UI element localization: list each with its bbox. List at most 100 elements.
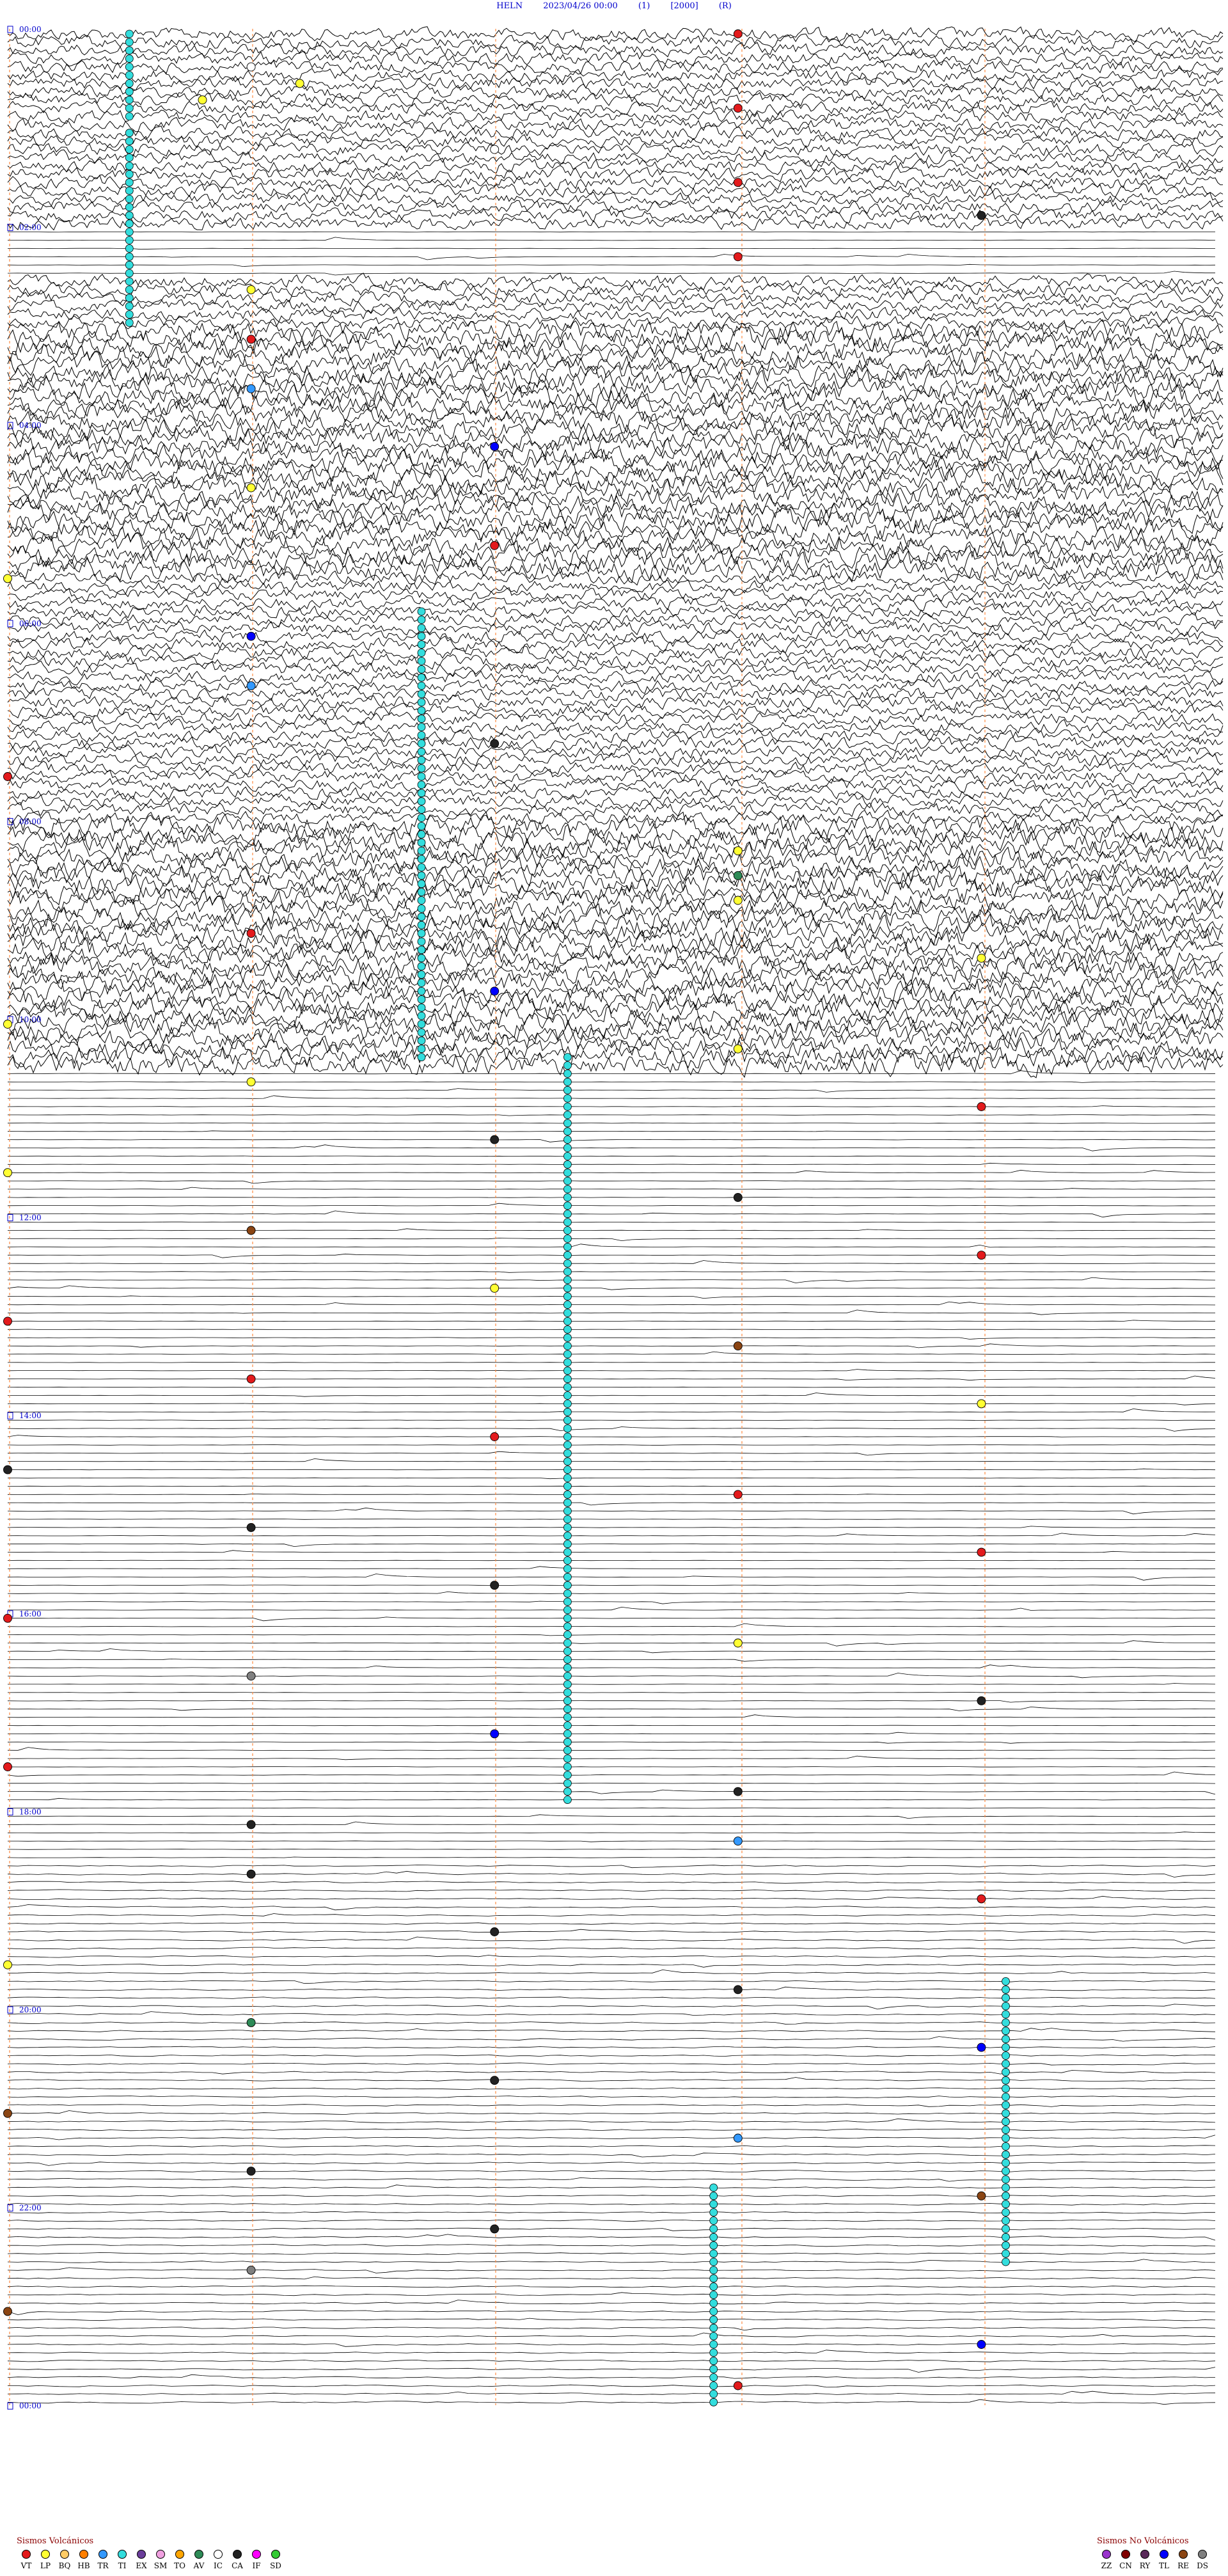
trace-line [7,2211,1216,2214]
trace-line [7,198,1224,216]
trace-line [7,1295,1216,1299]
trace-line [7,1139,1216,1142]
trace-line [8,1821,1216,1825]
trace-line [7,1584,1216,1586]
event-marker [977,1251,986,1260]
trace-line [7,612,1224,628]
event-marker-ti [125,79,134,88]
trace-line [7,2267,1216,2273]
event-marker-ti [417,995,426,1004]
trace-line [7,1458,1215,1462]
trace-line [8,1180,1216,1184]
event-marker [490,442,500,451]
trace-line [7,1789,1216,1795]
trace-line [8,1606,1215,1611]
event-marker [3,574,12,583]
hour-label: 00:00 [19,25,42,34]
event-marker-ti [417,615,426,624]
event-marker [977,210,986,220]
trace-line [7,1700,1216,1703]
trace-line [7,2003,1216,2010]
event-marker-ti [125,228,134,237]
trace-line [7,2161,1216,2166]
trace-line [7,1095,1215,1099]
trace-line [7,408,1224,436]
legend-volcanic: Sismos Volcánicos VT LP BQ HB TR TI EX SM TO AV IC… [17,2536,285,2570]
event-marker-ti [125,277,134,286]
event-marker-ti [417,880,426,889]
legend-label: TL [1159,2561,1169,2570]
event-marker-ti [1002,2059,1010,2068]
event-marker [246,1869,256,1879]
event-marker-ti [125,294,134,303]
trace-line [7,344,1224,369]
event-marker [246,1671,256,1681]
event-marker-ti [1002,2117,1010,2126]
event-marker [733,1192,743,1202]
trace-line [7,393,1224,419]
event-marker [490,1729,500,1739]
trace-line [7,2062,1216,2066]
trace-line [8,1408,1216,1413]
event-marker-ti [417,1020,426,1029]
event-marker-ti [417,905,426,913]
event-marker-ti [709,2357,718,2366]
trace-line [7,1980,1216,1984]
event-marker [733,1638,743,1648]
event-marker-ti [563,1713,572,1722]
trace-line [7,2087,1216,2090]
trace-line [7,1002,1224,1028]
hour-label: 00:00 [19,2401,42,2410]
legend-label: CN [1119,2561,1132,2570]
event-marker-ti [563,1259,572,1268]
event-marker-ti [563,1193,572,1202]
trace-line [7,191,1224,207]
legend-label: RE [1177,2561,1189,2570]
trace-line [7,142,1224,157]
trace-line [7,2021,1216,2025]
trace-line [7,1658,1216,1662]
hour-label: 06:00 [19,619,42,628]
trace-line [7,2259,1216,2263]
trace-line [7,75,1224,91]
legend-label: CA [232,2561,243,2570]
trace-line [7,2374,1216,2379]
event-marker-ti [563,1441,572,1450]
trace-line [7,1451,1216,1456]
hour-tick-box [7,1412,13,1419]
trace-line [7,448,1224,478]
legend-volcanic-item: SD [266,2550,285,2570]
event-marker-ti [125,154,134,162]
trace-line [7,67,1224,84]
trace-line [7,1393,1216,1397]
event-marker [246,1226,256,1235]
event-marker [3,1762,12,1771]
event-marker-ti [563,1515,572,1524]
event-marker-ti [563,1589,572,1598]
event-marker-ti [417,657,426,665]
event-marker-ti [1002,2076,1010,2085]
event-marker-ti [1002,2010,1010,2019]
trace-line [7,686,1224,701]
event-marker-ti [1002,2043,1010,2052]
hour-label: 16:00 [19,1609,42,1618]
legend-label: EX [136,2561,147,2570]
trace-line [7,1244,1216,1248]
event-marker [3,1613,12,1623]
event-marker-ti [709,2249,718,2258]
event-marker-ti [1002,2142,1010,2151]
event-marker-ti [417,632,426,641]
legend-label: RY [1139,2561,1151,2570]
trace-line [7,434,1224,460]
legend-swatch [41,2550,50,2559]
trace-line [7,2128,1216,2131]
event-marker-ti [563,1482,572,1490]
trace-line [7,1664,1216,1669]
event-marker-ti [417,954,426,963]
event-marker-ti [563,1540,572,1549]
event-marker-ti [125,219,134,228]
event-marker-ti [563,1144,572,1152]
trace-line [7,1477,1216,1480]
legend-nonvolcanic-item: CN [1116,2550,1135,2570]
event-marker-ti [709,2291,718,2300]
